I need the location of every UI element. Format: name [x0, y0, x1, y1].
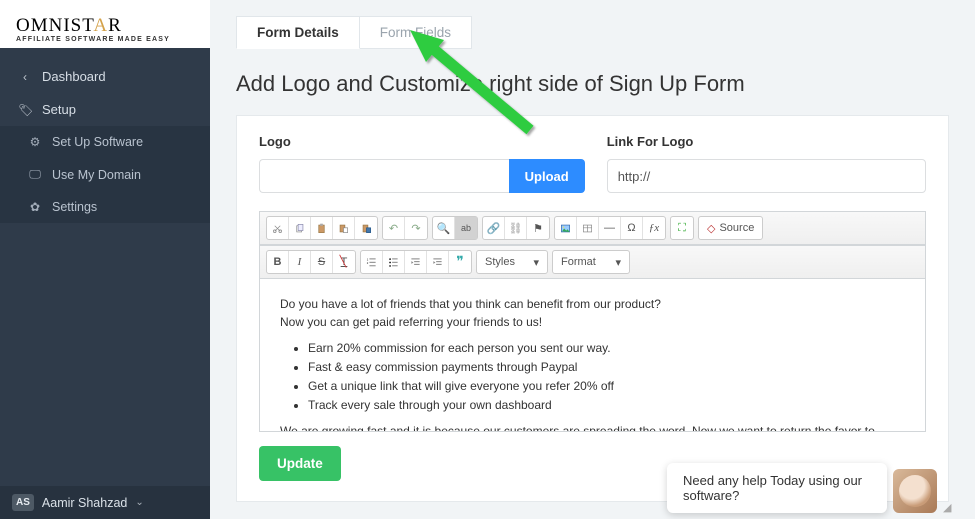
editor-toolbar-row-1: ↶↷ 🔍ab 🔗⛓⚑ —Ωƒx ⛶ ◇Source: [260, 212, 925, 245]
tabs: Form Details Form Fields: [236, 16, 949, 49]
upload-button[interactable]: Upload: [509, 159, 585, 193]
svg-text:1: 1: [367, 257, 369, 261]
gauge-icon: 🏷: [18, 103, 32, 117]
styles-dropdown[interactable]: Styles▾: [477, 251, 547, 273]
chevron-down-icon: ⌄: [135, 497, 143, 508]
chat-message[interactable]: Need any help Today using our software?: [667, 463, 887, 513]
italic-icon[interactable]: I: [289, 251, 311, 273]
sidebar-item-use-domain[interactable]: 🖵 Use My Domain: [0, 158, 210, 191]
main: Form Details Form Fields Add Logo and Cu…: [210, 0, 975, 519]
table-icon[interactable]: [577, 217, 599, 239]
link-label: Link For Logo: [607, 134, 926, 149]
chat-widget[interactable]: Need any help Today using our software? …: [667, 463, 955, 513]
paste-word-icon[interactable]: [355, 217, 377, 239]
user-menu[interactable]: AS Aamir Shahzad ⌄: [0, 486, 210, 519]
editor-line: Now you can get paid referring your frie…: [280, 313, 905, 331]
indent-icon[interactable]: [427, 251, 449, 273]
format-dropdown[interactable]: Format▾: [553, 251, 629, 273]
sidebar-item-settings[interactable]: ✿ Settings: [0, 191, 210, 223]
sidebar-nav: ‹ Dashboard 🏷 Setup ⚙ Set Up Software 🖵 …: [0, 48, 210, 486]
gear-icon: ✿: [28, 200, 42, 214]
tab-form-details[interactable]: Form Details: [236, 16, 360, 49]
user-initials-badge: AS: [12, 494, 34, 511]
app-logo: OMNISTAR AFFILIATE SOFTWARE MADE EASY: [0, 0, 210, 48]
editor-toolbar-row-2: BIST╲ 12 ❞ Styles▾ Format▾: [260, 245, 925, 279]
remove-format-icon[interactable]: T╲: [333, 251, 355, 273]
outdent-icon[interactable]: [405, 251, 427, 273]
editor-line: Do you have a lot of friends that you th…: [280, 295, 905, 313]
hr-icon[interactable]: —: [599, 217, 621, 239]
editor-bullet: Earn 20% commission for each person you …: [308, 339, 905, 357]
form-card: Logo Upload Link For Logo ↶↷ 🔍ab 🔗⛓⚑ —Ωƒ…: [236, 115, 949, 502]
sidebar-item-label: Settings: [52, 200, 97, 214]
link-icon[interactable]: 🔗: [483, 217, 505, 239]
sidebar-item-label: Use My Domain: [52, 168, 141, 182]
strike-icon[interactable]: S: [311, 251, 333, 273]
paste-text-icon[interactable]: [333, 217, 355, 239]
sidebar-item-label: Dashboard: [42, 69, 106, 84]
page-title: Add Logo and Customize right side of Sig…: [236, 71, 949, 97]
image-icon[interactable]: [555, 217, 577, 239]
special-char-icon[interactable]: Ω: [621, 217, 643, 239]
logo-star: A: [93, 15, 108, 36]
redo-icon[interactable]: ↷: [405, 217, 427, 239]
user-name: Aamir Shahzad: [42, 496, 127, 510]
ol-icon[interactable]: 12: [361, 251, 383, 273]
source-button[interactable]: ◇Source: [699, 217, 762, 239]
logo-subtitle: AFFILIATE SOFTWARE MADE EASY: [16, 36, 194, 43]
svg-text:2: 2: [367, 260, 369, 264]
gears-icon: ⚙: [28, 135, 42, 149]
ul-icon[interactable]: [383, 251, 405, 273]
sidebar-item-setup[interactable]: 🏷 Setup: [0, 93, 210, 126]
logo-text-b: R: [108, 15, 122, 36]
bold-icon[interactable]: B: [267, 251, 289, 273]
rich-text-editor: ↶↷ 🔍ab 🔗⛓⚑ —Ωƒx ⛶ ◇Source BIST╲ 12 ❞ Styl…: [259, 211, 926, 432]
editor-body[interactable]: Do you have a lot of friends that you th…: [260, 279, 925, 431]
sidebar-item-setup-software[interactable]: ⚙ Set Up Software: [0, 126, 210, 158]
sidebar: OMNISTAR AFFILIATE SOFTWARE MADE EASY ‹ …: [0, 0, 210, 519]
fx-icon[interactable]: ƒx: [643, 217, 665, 239]
tab-form-fields[interactable]: Form Fields: [360, 16, 472, 49]
sidebar-item-label: Set Up Software: [52, 135, 143, 149]
editor-bullet: Fast & easy commission payments through …: [308, 358, 905, 376]
logo-file-input[interactable]: [259, 159, 509, 193]
logo-label: Logo: [259, 134, 585, 149]
chat-avatar[interactable]: [893, 469, 937, 513]
copy-icon[interactable]: [289, 217, 311, 239]
chevron-left-icon: ‹: [18, 70, 32, 84]
monitor-icon: 🖵: [28, 167, 42, 182]
sidebar-item-dashboard[interactable]: ‹ Dashboard: [0, 60, 210, 93]
maximize-icon[interactable]: ⛶: [671, 217, 693, 239]
editor-bullet: Track every sale through your own dashbo…: [308, 396, 905, 414]
logo-text-a: OMNIST: [16, 15, 93, 36]
cut-icon[interactable]: [267, 217, 289, 239]
blockquote-icon[interactable]: ❞: [449, 251, 471, 273]
unlink-icon[interactable]: ⛓: [505, 217, 527, 239]
replace-icon[interactable]: ab: [455, 217, 477, 239]
editor-bullet: Get a unique link that will give everyon…: [308, 377, 905, 395]
sidebar-item-label: Setup: [42, 102, 76, 117]
editor-line: We are growing fast and it is because ou…: [280, 422, 905, 431]
logo-link-input[interactable]: [607, 159, 926, 193]
paste-icon[interactable]: [311, 217, 333, 239]
chat-expand-icon[interactable]: ◢: [943, 501, 955, 513]
undo-icon[interactable]: ↶: [383, 217, 405, 239]
update-button[interactable]: Update: [259, 446, 341, 481]
anchor-icon[interactable]: ⚑: [527, 217, 549, 239]
find-icon[interactable]: 🔍: [433, 217, 455, 239]
